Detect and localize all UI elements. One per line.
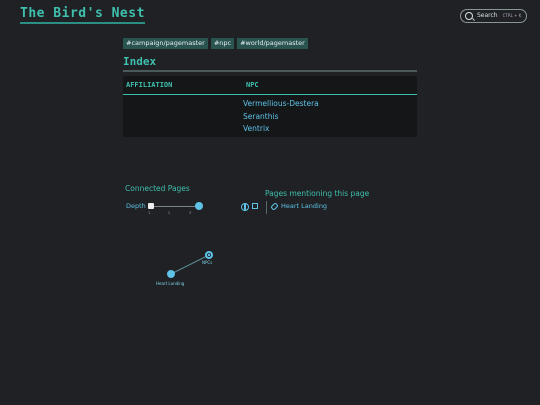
depth-slider-track[interactable] bbox=[152, 206, 199, 207]
search-icon bbox=[465, 12, 473, 20]
graph-node-label: NPCs bbox=[202, 260, 213, 265]
expand-icon[interactable] bbox=[252, 203, 258, 209]
heading-divider bbox=[123, 70, 417, 72]
npc-cell: Vermellious-Destera Seranthis Ventrix bbox=[240, 95, 417, 137]
table-header: AFFILIATION NPC bbox=[123, 76, 417, 95]
column-header-affiliation: AFFILIATION bbox=[126, 81, 173, 89]
depth-tick: 3 bbox=[189, 211, 192, 215]
depth-slider-handle[interactable] bbox=[195, 202, 203, 210]
table-row: Vermellious-Destera Seranthis Ventrix bbox=[123, 95, 417, 137]
globe-icon[interactable] bbox=[241, 203, 249, 211]
mentions-title: Pages mentioning this page bbox=[265, 189, 370, 198]
graph-node-heart-landing[interactable] bbox=[167, 270, 175, 278]
depth-label: Depth bbox=[126, 202, 146, 210]
connected-pages-title: Connected Pages bbox=[125, 184, 190, 193]
column-header-npc: NPC bbox=[246, 81, 259, 89]
npc-link[interactable]: Ventrix bbox=[240, 123, 417, 136]
tag-campaign-pagemaster[interactable]: #campaign/pagemaster bbox=[123, 38, 208, 49]
mention-link[interactable]: Heart Landing bbox=[270, 201, 328, 211]
site-title[interactable]: The Bird's Nest bbox=[20, 6, 145, 24]
search-shortcut: CTRL + K bbox=[502, 13, 522, 18]
search-label: Search bbox=[477, 12, 498, 19]
npc-link[interactable]: Vermellious-Destera bbox=[240, 98, 417, 111]
graph-node-npcs-dot bbox=[207, 253, 211, 257]
connected-pages-graph[interactable] bbox=[140, 240, 240, 295]
tag-list: #campaign/pagemaster #npc #world/pagemas… bbox=[123, 38, 308, 49]
page-title: Index bbox=[123, 55, 157, 68]
affiliation-cell bbox=[123, 95, 240, 137]
npc-link[interactable]: Seranthis bbox=[240, 111, 417, 124]
search-button[interactable]: Search CTRL + K bbox=[460, 9, 527, 23]
link-icon bbox=[270, 201, 279, 211]
tag-world-pagemaster[interactable]: #world/pagemaster bbox=[237, 38, 308, 49]
mention-link-label: Heart Landing bbox=[281, 202, 328, 210]
graph-controls bbox=[241, 203, 258, 211]
npc-table: AFFILIATION NPC Vermellious-Destera Sera… bbox=[123, 76, 417, 137]
mentions-divider bbox=[266, 201, 267, 214]
graph-node-label: Heart Landing bbox=[156, 281, 185, 286]
depth-slider-min bbox=[148, 203, 154, 209]
tag-npc[interactable]: #npc bbox=[210, 38, 235, 49]
depth-tick: 1 bbox=[148, 211, 151, 215]
depth-tick: 2 bbox=[168, 211, 171, 215]
